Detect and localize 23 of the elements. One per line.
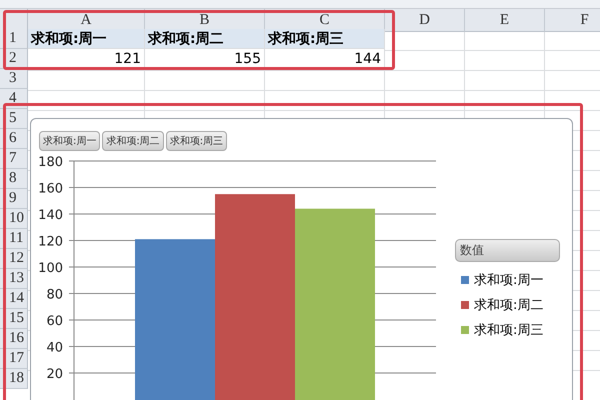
- legend-label: 求和项:周三: [474, 322, 544, 339]
- row-header[interactable]: 3: [0, 69, 28, 89]
- axis-tick-label: 100: [38, 261, 63, 276]
- column-header[interactable]: F: [545, 9, 600, 32]
- column-header[interactable]: D: [385, 9, 465, 32]
- axis-tick-label: 80: [46, 288, 63, 302]
- table-cell: 求和项:周三: [265, 29, 385, 49]
- axis-tick-label: 60: [46, 314, 63, 329]
- field-button[interactable]: 求和项:周二: [102, 131, 164, 151]
- field-button[interactable]: 求和项:周三: [166, 131, 228, 151]
- table-cell: 求和项:周二: [145, 29, 265, 49]
- column-header[interactable]: E: [465, 9, 545, 32]
- axis-tick-label: 120: [38, 234, 63, 250]
- field-button[interactable]: 求和项:周一: [39, 131, 100, 151]
- axis-tick-label: 40: [46, 340, 63, 356]
- legend-field-button[interactable]: 数值: [455, 239, 560, 262]
- axis-tick-label: 140: [38, 208, 63, 223]
- axis-tick-label: 20: [46, 367, 63, 382]
- axis-tick-label: 180: [38, 155, 63, 170]
- table-cell: 求和项:周一: [28, 29, 145, 49]
- legend-label: 求和项:周二: [474, 297, 544, 314]
- legend-label: 求和项:周一: [474, 272, 544, 289]
- axis-tick-label: 160: [38, 182, 63, 196]
